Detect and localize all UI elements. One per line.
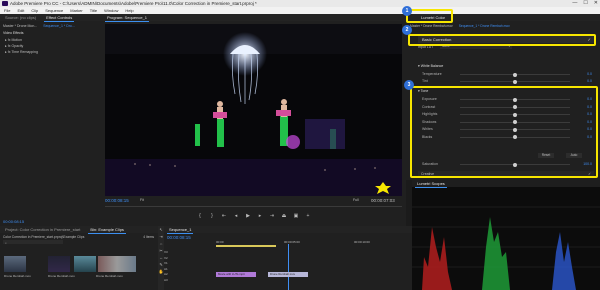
white-balance-label: White Balance (420, 64, 444, 68)
sequence-clip-label[interactable]: Sequence_1 * Dro... (43, 24, 75, 28)
clip-name-2: Drone Rembah.mov (48, 274, 75, 278)
search-icon: ⌕ (5, 241, 7, 245)
tab-program[interactable]: Program: Sequence_1 (105, 14, 150, 22)
export-frame-icon[interactable]: ▣ (293, 213, 299, 219)
wb-slider-track[interactable] (460, 72, 570, 77)
menu-title[interactable]: Title (90, 7, 97, 14)
ruler-label-10: 00:00:10:00 (354, 240, 370, 244)
close-button[interactable]: ✕ (594, 0, 598, 7)
clip-thumbnail-1[interactable] (4, 256, 26, 272)
window-title-bar: Adobe Premiere Pro CC - C:\Users\ADMIN\D… (0, 0, 600, 7)
work-area-bar[interactable] (216, 245, 276, 247)
effect-controls-panel: Source: (no clips) Effect Controls Maste… (0, 14, 102, 226)
video-effects-heading: Video Effects (3, 31, 24, 35)
mark-out-icon[interactable]: } (209, 213, 215, 219)
effect-item-time-remapping[interactable]: ▸ fx Time Remapping (0, 49, 102, 55)
wb-slider-knob[interactable] (513, 79, 517, 84)
white-balance-heading[interactable]: ▾ White Balance (418, 64, 443, 68)
step-back-icon[interactable]: ◂ (233, 213, 239, 219)
program-tab-bar: Program: Sequence_1 (102, 14, 406, 22)
program-timecode[interactable]: 00:00:08:15 (105, 198, 129, 203)
maximize-button[interactable]: ☐ (583, 0, 587, 7)
playhead-bar[interactable] (105, 206, 402, 207)
clip-thumbnail-4[interactable] (98, 256, 136, 272)
tab-bin[interactable]: Bin: Example Clips (88, 226, 126, 234)
program-video-frame[interactable] (105, 24, 402, 196)
timeline-panel: Sequence_1 00:00:08:15 00:00 00:00:05:00… (164, 226, 412, 290)
clip-thumbnail-2[interactable] (48, 256, 70, 272)
clip-thumbnail-3[interactable] (74, 256, 96, 272)
timeline-tab-bar: Sequence_1 (164, 226, 412, 234)
transport-controls: { } ⇤ ◂ ▶ ▸ ⇥ ⏏ ▣ + (197, 213, 311, 219)
lumetri-sequence-clip[interactable]: Sequence_1 * Drone Rembah.mov (459, 24, 510, 28)
step-marker-3: 3 (404, 80, 414, 90)
clip-name-3: Drone Rembah.mov (96, 274, 123, 278)
wb-row-tint: Tint 0.0 (422, 79, 592, 85)
highlight-box-tone (410, 86, 598, 178)
wb-label: Tint (422, 79, 428, 83)
highlight-box-lumetri-tab (406, 9, 453, 23)
step-forward-icon[interactable]: ▸ (257, 213, 263, 219)
minimize-button[interactable]: — (572, 0, 577, 7)
lumetri-master-clip[interactable]: Master * Drone Rembah.mov (410, 24, 453, 28)
ruler-label-0: 00:00 (216, 240, 224, 244)
track-v3[interactable]: V3 (164, 250, 168, 256)
timeline-timecode[interactable]: 00:00:08:15 (167, 235, 191, 240)
menu-file[interactable]: File (4, 7, 10, 14)
scopes-tab-bar: Lumetri Scopes (412, 180, 600, 188)
track-v1[interactable]: V1 (164, 261, 168, 267)
track-headers: V3 V2 V1 A1 A2 A3 (164, 250, 168, 283)
tab-effect-controls[interactable]: Effect Controls (44, 14, 75, 22)
quality-select[interactable]: Full (353, 198, 359, 202)
bin-item-count: 4 Items (143, 235, 154, 239)
play-icon[interactable]: ▶ (245, 213, 251, 219)
lift-icon[interactable]: ⏏ (281, 213, 287, 219)
program-duration: 00:00:07:03 (371, 198, 395, 203)
track-a3[interactable]: A3 (164, 278, 168, 284)
premiere-logo-icon (2, 1, 8, 6)
clip-name-1: Drone Rembah.mov (4, 274, 31, 278)
window-title: Adobe Premiere Pro CC - C:\Users\ADMIN\D… (10, 1, 257, 6)
track-a2[interactable]: A2 (164, 272, 168, 278)
wb-slider-track[interactable] (460, 79, 570, 84)
tab-sequence[interactable]: Sequence_1 (167, 226, 194, 234)
timeline-clip-2[interactable]: Drone Rembah.mov (268, 272, 308, 277)
go-to-in-icon[interactable]: ⇤ (221, 213, 227, 219)
ruler-label-5: 00:00:05:00 (284, 240, 300, 244)
step-marker-1: 1 (402, 6, 412, 16)
tab-source[interactable]: Source: (no clips) (3, 14, 38, 21)
playhead[interactable] (288, 244, 289, 290)
add-icon[interactable]: + (305, 213, 311, 219)
lumetri-scopes-panel: Lumetri Scopes (412, 180, 600, 290)
tab-project[interactable]: Project: Color Correction in Premiere_st… (3, 226, 82, 233)
menu-edit[interactable]: Edit (17, 7, 24, 14)
menu-bar: File Edit Clip Sequence Marker Title Win… (0, 7, 600, 14)
left-tab-bar: Source: (no clips) Effect Controls (0, 14, 102, 22)
stage-performance-image (105, 24, 402, 196)
effect-controls-timecode[interactable]: 00:00:08:15 (3, 219, 24, 224)
wb-label: Temperature (422, 72, 442, 76)
menu-clip[interactable]: Clip (31, 7, 38, 14)
rgb-parade-scope (412, 206, 600, 290)
effect-controls-header: Master * Drone Mon... Sequence_1 * Dro..… (0, 21, 102, 29)
timeline-clip-1[interactable]: Movie with LUTs.mp4 (216, 272, 256, 277)
wb-row-temperature: Temperature 0.0 (422, 72, 592, 78)
bin-search-input[interactable]: ⌕ (3, 240, 63, 245)
zoom-select[interactable]: Fit (140, 198, 144, 202)
program-controls: 00:00:08:15 Fit Full 00:00:07:03 { } ⇤ ◂… (105, 198, 402, 226)
go-to-out-icon[interactable]: ⇥ (269, 213, 275, 219)
wb-slider-knob[interactable] (513, 72, 517, 77)
highlight-box-basic-correction (408, 34, 596, 46)
wb-value[interactable]: 0.0 (587, 72, 592, 76)
wb-value[interactable]: 0.0 (587, 79, 592, 83)
master-clip-label[interactable]: Master * Drone Mon... (3, 24, 37, 28)
project-tab-bar: Project: Color Correction in Premiere_st… (0, 226, 158, 234)
mark-in-icon[interactable]: { (197, 213, 203, 219)
step-marker-2: 2 (402, 25, 412, 35)
